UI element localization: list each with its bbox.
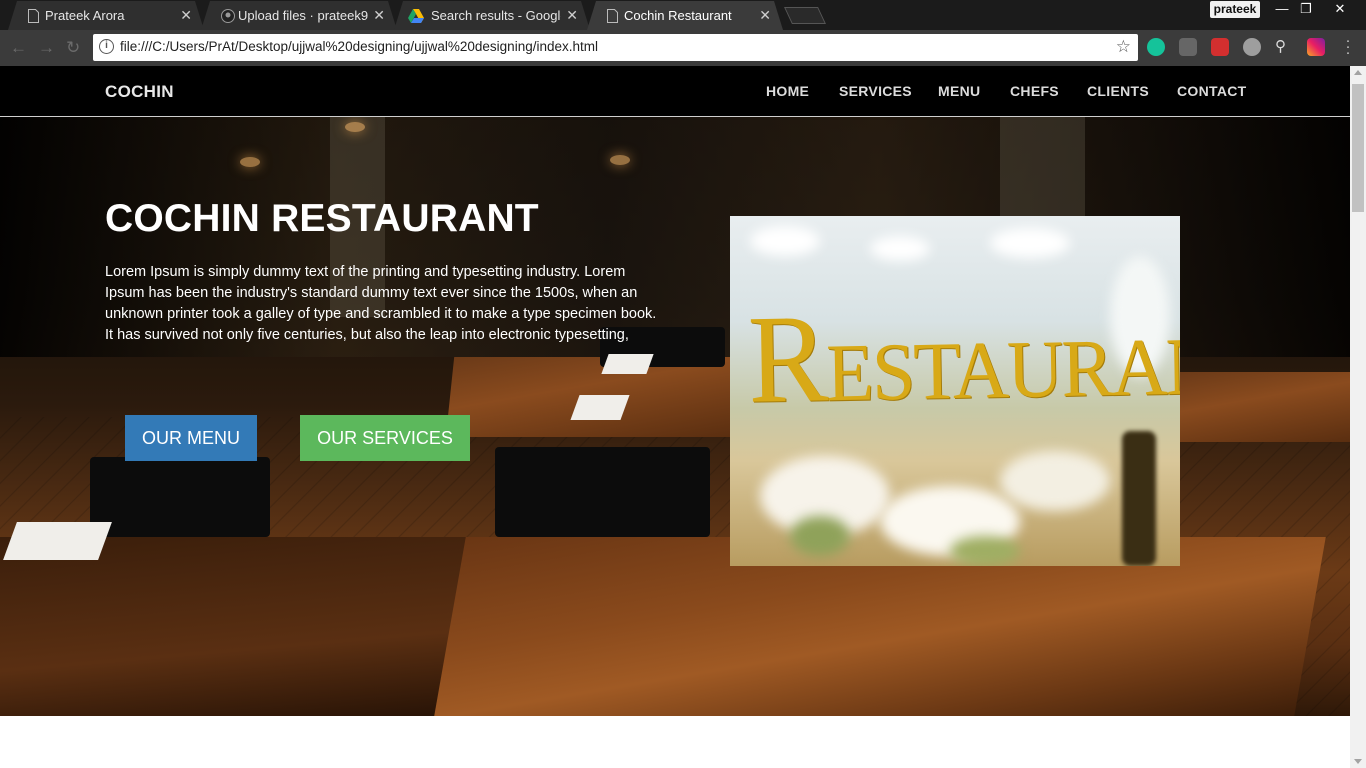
background-lamp	[240, 157, 260, 167]
background-chair	[495, 447, 710, 537]
google-drive-icon	[408, 9, 424, 23]
forward-icon[interactable]: →	[38, 39, 55, 57]
browser-tab[interactable]: Search results - Google D ✕	[394, 1, 590, 30]
image-light	[750, 226, 820, 256]
scroll-thumb[interactable]	[1352, 84, 1364, 212]
nav-chefs[interactable]: CHEFS	[1010, 83, 1059, 99]
scroll-down-icon[interactable]	[1354, 759, 1362, 764]
url-text[interactable]: file:///C:/Users/PrAt/Desktop/ujjwal%20d…	[120, 39, 598, 54]
github-icon	[221, 9, 235, 23]
tab-title: Search results - Google D	[431, 8, 561, 23]
close-icon[interactable]: ✕	[759, 7, 771, 24]
page-scrollbar[interactable]	[1350, 66, 1366, 768]
background-napkin	[570, 395, 630, 420]
cloud-icon[interactable]	[1243, 38, 1261, 56]
background-lamp	[345, 122, 365, 132]
nav-contact[interactable]: CONTACT	[1177, 83, 1247, 99]
image-chair	[790, 516, 850, 556]
search-icon[interactable]: ⚲	[1275, 38, 1293, 56]
pdf-icon[interactable]	[1179, 38, 1197, 56]
nav-home[interactable]: HOME	[766, 83, 809, 99]
hero-section: COCHIN RESTAURANT Lorem Ipsum is simply …	[0, 117, 1350, 716]
sign-first-letter: R	[746, 287, 828, 430]
browser-menu-icon[interactable]: · · ·	[1343, 33, 1353, 60]
profile-button[interactable]: prateek	[1210, 1, 1260, 18]
nav-clients[interactable]: CLIENTS	[1087, 83, 1149, 99]
nav-menu[interactable]: MENU	[938, 83, 980, 99]
close-icon[interactable]: ✕	[180, 7, 192, 24]
extension-red-icon[interactable]	[1211, 38, 1229, 56]
background-pillar	[1000, 117, 1085, 217]
tab-title: Prateek Arora	[45, 8, 125, 23]
browser-toolbar: ← → ↻ i file:///C:/Users/PrAt/Desktop/uj…	[0, 30, 1366, 66]
restaurant-sign: RESTAURANT	[747, 278, 1180, 432]
image-light	[870, 236, 930, 261]
browser-tab[interactable]: Upload files · prateek97/ ✕	[201, 1, 397, 30]
restore-icon[interactable]: ❐	[1292, 0, 1320, 18]
site-navbar: COCHIN HOME SERVICES MENU CHEFS CLIENTS …	[0, 66, 1350, 117]
image-tablecloth	[1000, 451, 1110, 511]
background-chair	[90, 457, 270, 537]
new-tab-button[interactable]	[784, 7, 826, 24]
back-icon[interactable]: ←	[10, 39, 27, 57]
browser-tab-active[interactable]: Cochin Restaurant ✕	[587, 1, 783, 30]
hero-description: Lorem Ipsum is simply dummy text of the …	[105, 264, 657, 343]
background-napkin	[601, 354, 654, 374]
close-icon[interactable]: ✕	[566, 7, 578, 24]
window-close-icon[interactable]: ✕	[1326, 0, 1354, 18]
tab-title: Upload files · prateek97/	[238, 8, 368, 23]
reload-icon[interactable]: ↻	[66, 39, 80, 57]
background-napkin	[3, 522, 112, 560]
hero-title: COCHIN RESTAURANT	[105, 197, 539, 240]
bookmark-star-icon[interactable]: ☆	[1116, 37, 1131, 57]
image-chair	[950, 536, 1020, 566]
address-bar[interactable]: i file:///C:/Users/PrAt/Desktop/ujjwal%2…	[93, 34, 1138, 61]
nav-services[interactable]: SERVICES	[839, 83, 912, 99]
grammarly-icon[interactable]	[1147, 38, 1165, 56]
scroll-up-icon[interactable]	[1354, 70, 1362, 75]
image-wine-bottle	[1122, 431, 1156, 566]
image-light	[990, 228, 1070, 258]
browser-tab-strip: Prateek Arora ✕ Upload files · prateek97…	[0, 0, 1366, 30]
browser-tab[interactable]: Prateek Arora ✕	[8, 1, 204, 30]
sign-word: ESTAURANT	[825, 318, 1180, 419]
our-services-button[interactable]: OUR SERVICES	[300, 415, 470, 461]
close-icon[interactable]: ✕	[373, 7, 385, 24]
our-menu-button[interactable]: OUR MENU	[125, 415, 257, 461]
background-lamp	[610, 155, 630, 165]
content-section	[0, 716, 1350, 768]
instagram-icon[interactable]	[1307, 38, 1325, 56]
info-icon[interactable]: i	[99, 39, 114, 54]
site-brand[interactable]: COCHIN	[105, 82, 174, 102]
page-viewport: COCHIN HOME SERVICES MENU CHEFS CLIENTS …	[0, 66, 1350, 768]
tab-title: Cochin Restaurant	[624, 8, 732, 23]
page-icon	[28, 9, 39, 23]
restaurant-image: RESTAURANT	[730, 216, 1180, 566]
background-table	[1180, 372, 1350, 442]
page-icon	[607, 9, 618, 23]
